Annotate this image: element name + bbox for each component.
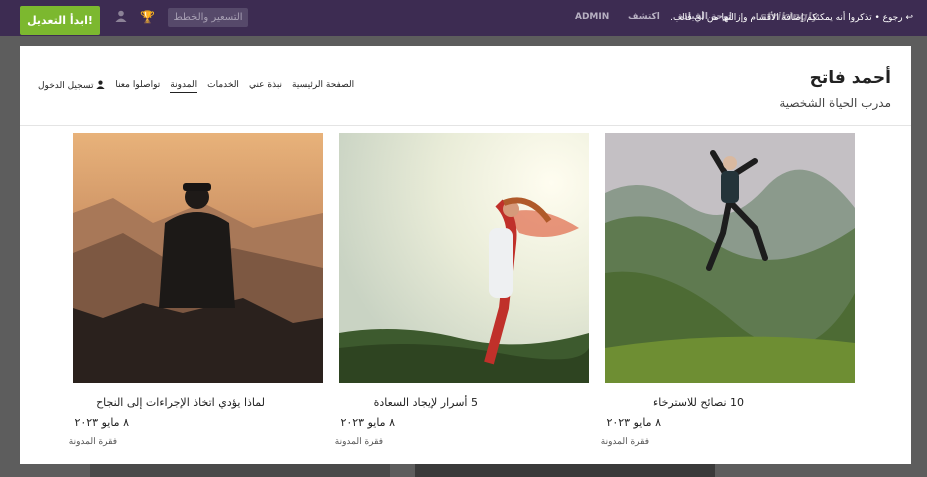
editor-topbar: ابدأ التعديل! 🏆 التسعير والخطط ADMIN اكت… bbox=[0, 0, 927, 36]
nav-contact[interactable]: تواصلوا معنا bbox=[115, 80, 160, 93]
site-subtitle: مدرب الحياة الشخصية bbox=[779, 96, 891, 110]
blog-card[interactable]: 5 أسرار لإيجاد السعادة ٨ مايو ٢٠٢٣ فقرة … bbox=[334, 133, 589, 447]
admin-link[interactable]: ADMIN bbox=[575, 12, 609, 22]
trophy-icon[interactable]: 🏆 bbox=[140, 10, 155, 24]
blog-card-date: ٨ مايو ٢٠٢٣ bbox=[74, 416, 129, 429]
site-nav: الصفحة الرئيسية نبذة عني الخدمات المدونة… bbox=[38, 80, 354, 93]
blog-card-title[interactable]: 5 أسرار لإيجاد السعادة bbox=[339, 396, 589, 409]
blog-card[interactable]: 10 نصائح للاسترخاء ٨ مايو ٢٠٢٣ فقرة المد… bbox=[600, 133, 855, 447]
blog-card-date: ٨ مايو ٢٠٢٣ bbox=[340, 416, 395, 429]
nav-login[interactable]: تسجيل الدخول bbox=[38, 80, 105, 93]
blog-card-category: فقرة المدونة bbox=[68, 437, 117, 447]
blog-card[interactable]: لماذا يؤدي اتخاذ الإجراءات إلى النجاح ٨ … bbox=[68, 133, 323, 447]
blog-card-image[interactable] bbox=[73, 133, 323, 383]
blog-card-date: ٨ مايو ٢٠٢٣ bbox=[606, 416, 661, 429]
pricing-plans-button[interactable]: التسعير والخطط bbox=[168, 8, 248, 27]
explore-link[interactable]: اكتشف bbox=[628, 12, 660, 22]
blog-card-image[interactable] bbox=[605, 133, 855, 383]
blog-card-image[interactable] bbox=[339, 133, 589, 383]
nav-home[interactable]: الصفحة الرئيسية bbox=[292, 80, 354, 93]
site-title[interactable]: أحمد فاتح bbox=[810, 68, 891, 88]
blog-card-title[interactable]: لماذا يؤدي اتخاذ الإجراءات إلى النجاح bbox=[73, 396, 323, 409]
start-editing-button[interactable]: ابدأ التعديل! bbox=[20, 6, 100, 35]
user-icon bbox=[96, 80, 105, 89]
nav-services[interactable]: الخدمات bbox=[207, 80, 239, 93]
back-arrow-icon[interactable]: ↩ bbox=[905, 13, 913, 23]
header-divider bbox=[20, 125, 911, 126]
user-icon[interactable] bbox=[114, 10, 128, 24]
nav-about[interactable]: نبذة عني bbox=[249, 80, 282, 93]
background-section bbox=[90, 464, 390, 477]
background-section bbox=[415, 464, 715, 477]
nav-blog[interactable]: المدونة bbox=[170, 80, 198, 93]
blog-card-title[interactable]: 10 نصائح للاسترخاء bbox=[605, 396, 855, 409]
topbar-note[interactable]: ↩ رجوع • تذكروا أنه يمكنكم إضافة الأقسام… bbox=[670, 13, 913, 23]
blog-card-category: فقرة المدونة bbox=[334, 437, 383, 447]
blog-card-category: فقرة المدونة bbox=[600, 437, 649, 447]
site-preview-modal: أحمد فاتح مدرب الحياة الشخصية الصفحة الر… bbox=[20, 46, 911, 464]
